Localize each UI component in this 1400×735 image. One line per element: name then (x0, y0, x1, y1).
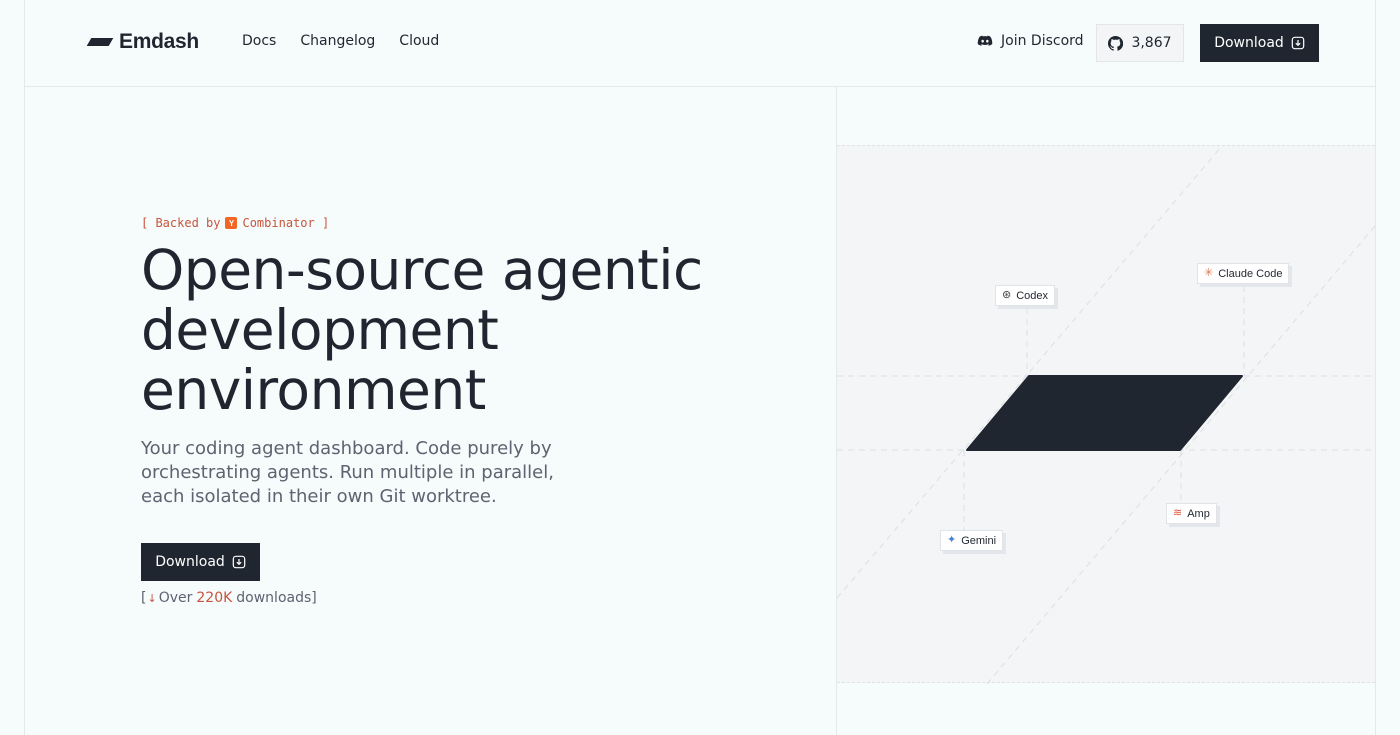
frame-line-right (1375, 0, 1376, 735)
github-icon (1108, 35, 1124, 51)
download-icon (232, 555, 246, 569)
ycombinator-logo: Y (225, 217, 238, 229)
arrow-down-icon: ↓ (147, 591, 157, 605)
stat-number: 220K (196, 590, 233, 606)
logo[interactable]: Emdash (86, 30, 199, 54)
gemini-sparkle-icon: ✦ (947, 534, 957, 546)
frame-line-left (24, 0, 25, 735)
stat-suffix: downloads] (236, 590, 317, 606)
hero-download-label: Download (155, 554, 225, 570)
discord-label: Join Discord (1001, 33, 1084, 49)
nav-changelog[interactable]: Changelog (300, 33, 375, 49)
download-icon (1291, 36, 1305, 50)
hero-subtitle: Your coding agent dashboard. Code purely… (141, 438, 554, 507)
logo-text: Emdash (119, 30, 199, 53)
agent-chip-amp: ≋ Amp (1166, 503, 1217, 524)
combinator-text: Combinator ] (242, 216, 330, 230)
header-download-label: Download (1214, 35, 1284, 51)
logo-mark-icon (86, 38, 114, 46)
agents-illustration: ⊛ Codex ✳ Claude Code ≋ Amp ✦ Gemini (837, 145, 1375, 684)
agent-chip-claude-code: ✳ Claude Code (1197, 263, 1290, 284)
agent-chip-gemini: ✦ Gemini (940, 530, 1004, 551)
openai-icon: ⊛ (1002, 289, 1012, 301)
github-stars-count: 3,867 (1131, 35, 1172, 51)
agent-label-amp: Amp (1187, 507, 1210, 520)
stat-bracket: [ (141, 590, 147, 606)
download-count: [ ↓ Over 220K downloads] (141, 590, 317, 606)
worktree-platform (966, 375, 1243, 451)
hero-download-button[interactable]: Download (141, 543, 260, 581)
agent-label-gemini: Gemini (961, 534, 997, 547)
header-divider (24, 86, 1376, 87)
illustration-lines (837, 146, 1375, 684)
header-download-button[interactable]: Download (1200, 24, 1319, 62)
nav-cloud[interactable]: Cloud (399, 33, 439, 49)
github-stars-button[interactable]: 3,867 (1096, 24, 1184, 62)
stat-prefix: Over (158, 590, 193, 606)
agent-chip-codex: ⊛ Codex (995, 285, 1056, 306)
discord-icon (977, 35, 993, 46)
claude-spark-icon: ✳ (1204, 267, 1214, 279)
agent-label-claude: Claude Code (1218, 267, 1283, 280)
nav-docs[interactable]: Docs (242, 33, 276, 49)
hero-title: Open-source agentic development environm… (141, 238, 703, 422)
backed-by-text: [ Backed by (141, 216, 221, 230)
join-discord-link[interactable]: Join Discord (977, 33, 1084, 49)
amp-icon: ≋ (1173, 507, 1183, 519)
agent-label-codex: Codex (1016, 289, 1049, 302)
backed-by-badge: [ Backed by Y Combinator ] (141, 216, 329, 230)
main-nav: Docs Changelog Cloud (242, 33, 439, 49)
